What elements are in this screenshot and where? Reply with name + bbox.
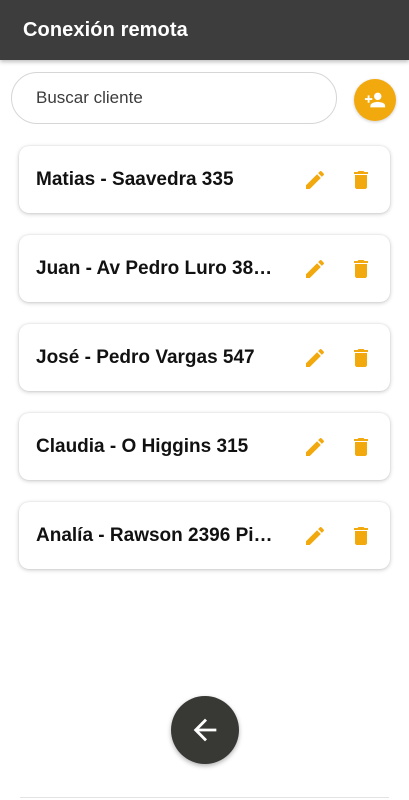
search-field[interactable]: [11, 72, 337, 124]
person-add-icon: [364, 92, 386, 108]
client-name: Matias - Saavedra 335: [36, 168, 234, 190]
delete-button[interactable]: [349, 435, 373, 459]
trash-icon: [354, 349, 368, 367]
client-list: Matias - Saavedra 335 Juan - Av Pedro Lu…: [19, 146, 390, 591]
client-card[interactable]: José - Pedro Vargas 547: [19, 324, 390, 391]
edit-button[interactable]: [303, 257, 327, 281]
add-client-button[interactable]: [354, 79, 396, 121]
client-card[interactable]: Juan - Av Pedro Luro 38…: [19, 235, 390, 302]
client-name: José - Pedro Vargas 547: [36, 346, 255, 368]
back-button[interactable]: [171, 696, 239, 764]
trash-icon: [354, 171, 368, 189]
arrow-back-icon: [193, 718, 217, 742]
edit-button[interactable]: [303, 524, 327, 548]
delete-button[interactable]: [349, 168, 373, 192]
edit-button[interactable]: [303, 346, 327, 370]
edit-button[interactable]: [303, 168, 327, 192]
delete-button[interactable]: [349, 524, 373, 548]
delete-button[interactable]: [349, 346, 373, 370]
page-title: Conexión remota: [23, 18, 188, 41]
divider: [20, 797, 389, 798]
client-name: Juan - Av Pedro Luro 38…: [36, 257, 273, 279]
delete-button[interactable]: [349, 257, 373, 281]
pencil-icon: [306, 170, 325, 189]
pencil-icon: [306, 437, 325, 456]
search-input[interactable]: [36, 88, 316, 108]
trash-icon: [354, 438, 368, 456]
client-name: Claudia - O Higgins 315: [36, 435, 249, 457]
client-name: Analía - Rawson 2396 Pi…: [36, 524, 273, 546]
pencil-icon: [306, 259, 325, 278]
edit-button[interactable]: [303, 435, 327, 459]
client-card[interactable]: Matias - Saavedra 335: [19, 146, 390, 213]
pencil-icon: [306, 526, 325, 545]
client-card[interactable]: Analía - Rawson 2396 Pi…: [19, 502, 390, 569]
app-bar: Conexión remota: [0, 0, 409, 60]
trash-icon: [354, 260, 368, 278]
trash-icon: [354, 527, 368, 545]
pencil-icon: [306, 348, 325, 367]
client-card[interactable]: Claudia - O Higgins 315: [19, 413, 390, 480]
